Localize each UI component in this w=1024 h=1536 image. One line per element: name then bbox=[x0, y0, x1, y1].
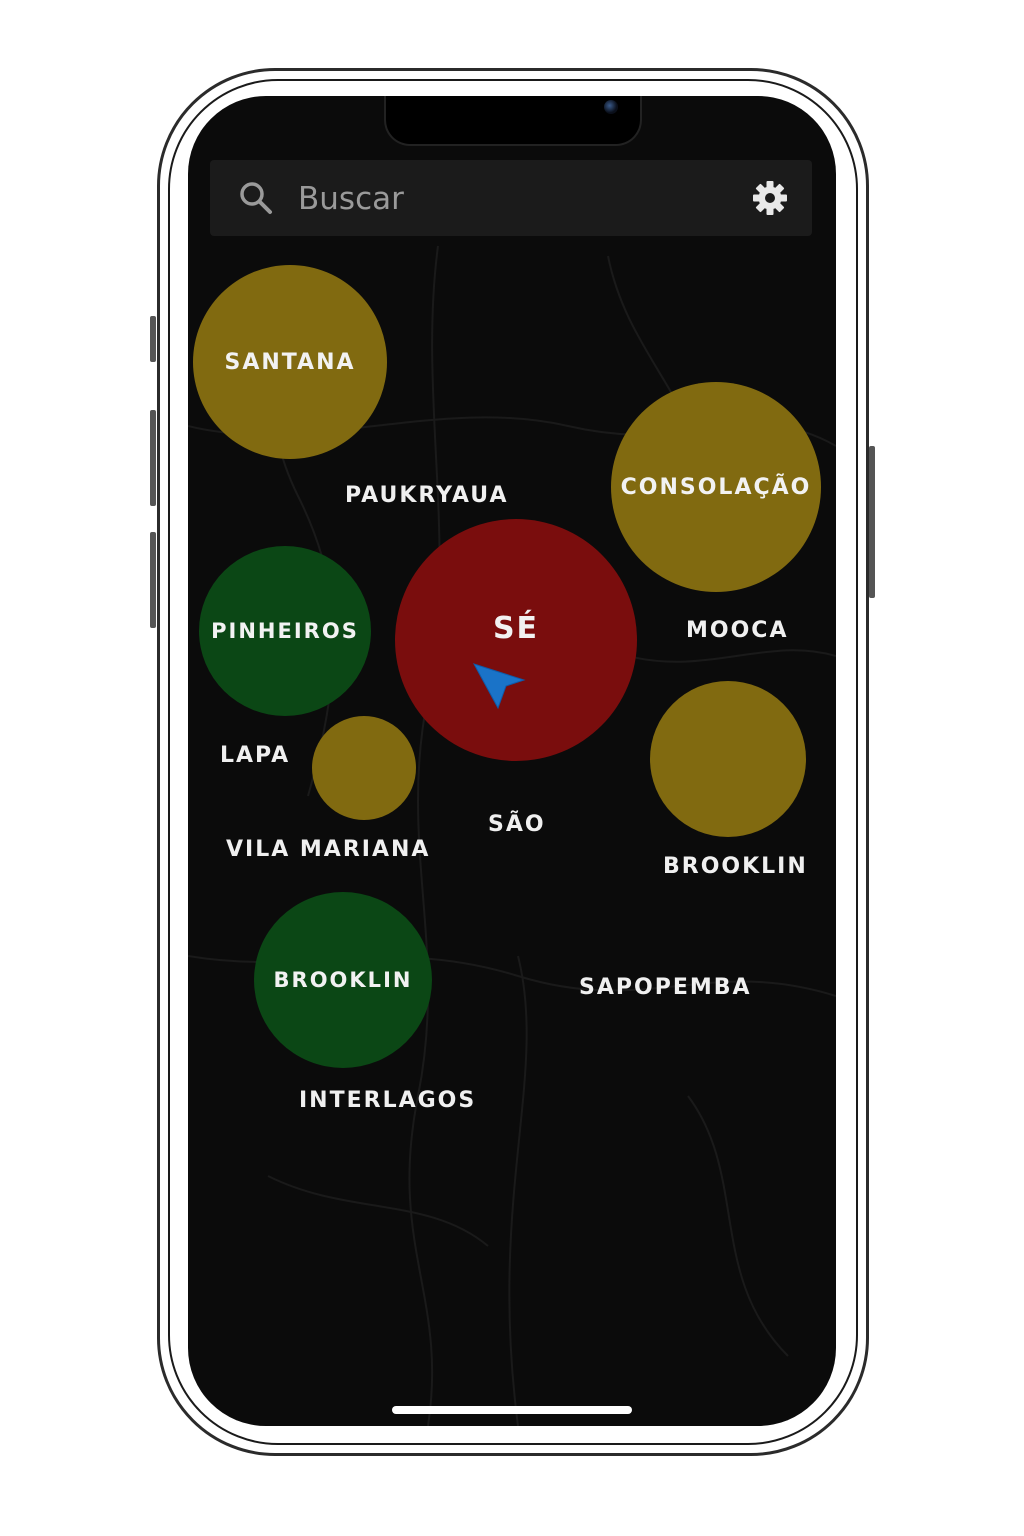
bubble-label: CONSOLAÇÃO bbox=[620, 474, 812, 500]
front-camera bbox=[604, 100, 618, 114]
label-lapa[interactable]: LAPA bbox=[220, 743, 290, 768]
label-interlagos[interactable]: INTERLAGOS bbox=[299, 1088, 476, 1113]
silent-switch[interactable] bbox=[150, 316, 156, 362]
gear-icon[interactable] bbox=[750, 178, 790, 218]
bubble-label: SANTANA bbox=[224, 349, 356, 375]
power-button[interactable] bbox=[869, 446, 875, 598]
bubble-brooklin-green[interactable]: BROOKLIN bbox=[254, 892, 432, 1068]
bubble-label: SÉ bbox=[492, 611, 540, 646]
bubble-se[interactable]: SÉ bbox=[395, 519, 637, 761]
search-bar bbox=[210, 160, 812, 236]
bubble-east[interactable] bbox=[650, 681, 806, 837]
label-mooca[interactable]: MOOCA bbox=[686, 618, 788, 643]
label-sapopemba[interactable]: SAPOPEMBA bbox=[579, 975, 752, 1000]
bubble-pinheiros[interactable]: PINHEIROS bbox=[199, 546, 371, 716]
label-sao[interactable]: SÃO bbox=[488, 812, 546, 837]
location-arrow-shape bbox=[472, 663, 526, 710]
home-indicator[interactable] bbox=[392, 1406, 632, 1414]
label-brooklin[interactable]: BROOKLIN bbox=[663, 854, 808, 879]
bubble-santana[interactable]: SANTANA bbox=[193, 265, 387, 459]
location-arrow-icon[interactable] bbox=[470, 656, 528, 714]
notch bbox=[384, 96, 642, 146]
volume-down-button[interactable] bbox=[150, 532, 156, 628]
bubble-consolacao[interactable]: CONSOLAÇÃO bbox=[611, 382, 821, 592]
search-icon[interactable] bbox=[238, 180, 274, 216]
label-paukryaua[interactable]: PAUKRYAUA bbox=[345, 483, 509, 508]
bubble-label: PINHEIROS bbox=[211, 619, 359, 643]
bubble-label: BROOKLIN bbox=[273, 968, 413, 992]
app-screen: SANTANA CONSOLAÇÃO PINHEIROS SÉ BROOKLIN… bbox=[188, 96, 836, 1426]
volume-up-button[interactable] bbox=[150, 410, 156, 506]
bubble-small[interactable] bbox=[312, 716, 416, 820]
search-input[interactable] bbox=[296, 174, 720, 224]
label-vila-mariana[interactable]: VILA MARIANA bbox=[226, 837, 430, 862]
